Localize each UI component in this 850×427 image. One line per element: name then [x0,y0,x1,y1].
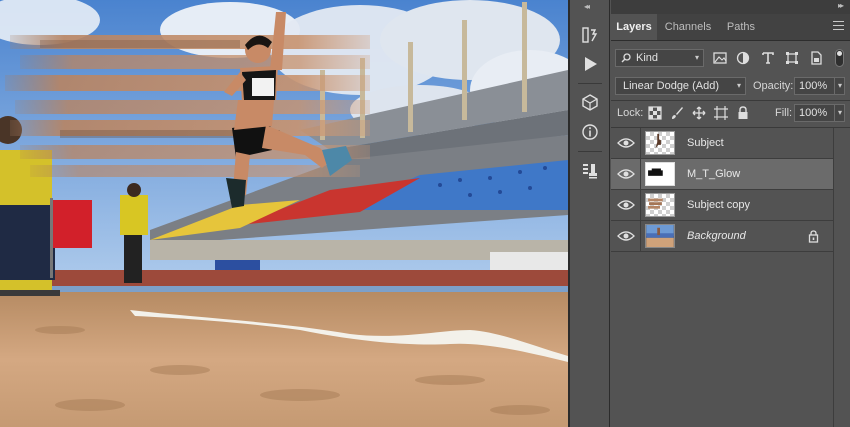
subject-copy-thumbnail-image [648,198,663,209]
panel-title-bar[interactable]: ▸▸ [611,0,850,14]
tab-layers[interactable]: Layers [611,14,657,40]
collapse-panels-icon[interactable]: ◂◂ [584,2,590,11]
type-filter-icon[interactable] [760,50,776,66]
tab-channels[interactable]: Channels [659,14,717,40]
fill-value: 100% [799,107,828,119]
visibility-eye-icon[interactable] [617,136,635,150]
lock-all-icon[interactable] [735,105,751,121]
chevron-down-icon: ▾ [736,81,741,90]
expand-panel-icon[interactable]: ▸▸ [838,1,844,10]
row-separator [640,159,641,190]
layer-thumbnail[interactable] [645,193,675,217]
fill-label: Fill: [775,107,793,119]
opacity-label: Opacity: [753,80,794,92]
toolstrip-separator [578,151,602,152]
row-separator [640,128,641,159]
lock-label: Lock: [617,107,644,119]
opacity-input[interactable]: 100% ▾ [794,77,845,95]
layer-name[interactable]: Subject copy [687,199,750,211]
filter-kind-select[interactable]: Kind ▾ [615,49,704,67]
layer-thumbnail[interactable] [645,131,675,155]
layer-thumbnail[interactable] [645,162,675,186]
blend-mode-value: Linear Dodge (Add) [623,80,720,92]
tab-paths[interactable]: Paths [719,14,763,40]
document-canvas[interactable] [0,0,568,427]
lock-position-icon[interactable] [691,105,707,121]
lock-artboard-icon[interactable] [713,105,729,121]
chevron-down-icon[interactable]: ▾ [833,78,842,94]
opacity-value: 100% [799,80,828,92]
layers-panel: ▸▸ Layers Channels Paths Kind ▾ Linear D… [611,0,850,427]
visibility-eye-icon[interactable] [617,167,635,181]
adjustment-filter-icon[interactable] [735,50,751,66]
play-actions-icon[interactable] [579,53,601,75]
filter-kind-value: Kind [636,52,659,64]
blend-mode-select[interactable]: Linear Dodge (Add) ▾ [615,77,746,95]
panel-tabs: Layers Channels Paths [611,14,850,41]
visibility-eye-icon[interactable] [617,198,635,212]
shape-filter-icon[interactable] [784,50,800,66]
history-icon[interactable] [579,24,601,46]
layer-lock-icon[interactable] [808,230,819,243]
layer-row-subject[interactable]: Subject [611,128,833,159]
layers-scrollbar[interactable] [833,128,850,427]
lock-row: Lock: Fill: 100% ▾ [611,101,850,125]
search-icon [621,53,631,63]
row-separator [640,221,641,252]
panel-menu-icon[interactable] [833,21,844,33]
smart-object-filter-icon[interactable] [808,50,824,66]
background-thumbnail-image [646,225,674,247]
collapsed-panels-strip: ◂◂ [570,0,610,427]
layer-thumbnail[interactable] [645,224,675,248]
subject-thumbnail-image [655,133,661,149]
clone-source-icon[interactable] [579,160,601,182]
layer-row-background[interactable]: Background [611,221,833,252]
lock-image-pixels-icon[interactable] [669,105,685,121]
layer-row-subject-copy[interactable]: Subject copy [611,190,833,221]
layer-row-m-t-glow[interactable]: M_T_Glow [611,159,833,190]
fill-input[interactable]: 100% ▾ [794,104,845,122]
filter-toggle[interactable] [835,49,844,67]
row-separator [640,190,641,221]
lock-transparent-pixels-icon[interactable] [647,105,663,121]
layer-name[interactable]: Background [687,230,746,242]
chevron-down-icon[interactable]: ▾ [833,105,842,121]
layer-name[interactable]: Subject [687,137,724,149]
blend-row: Linear Dodge (Add) ▾ Opacity: 100% ▾ [611,75,850,99]
info-icon[interactable] [579,121,601,143]
glow-thumbnail-image [648,168,663,176]
3d-cube-icon[interactable] [579,91,601,113]
layer-name[interactable]: M_T_Glow [687,168,740,180]
long-jump-photo [0,0,568,427]
visibility-eye-icon[interactable] [617,229,635,243]
toolstrip-separator [578,83,602,84]
chevron-down-icon: ▾ [694,53,699,62]
image-filter-icon[interactable] [712,50,728,66]
filter-row: Kind ▾ [611,46,850,70]
